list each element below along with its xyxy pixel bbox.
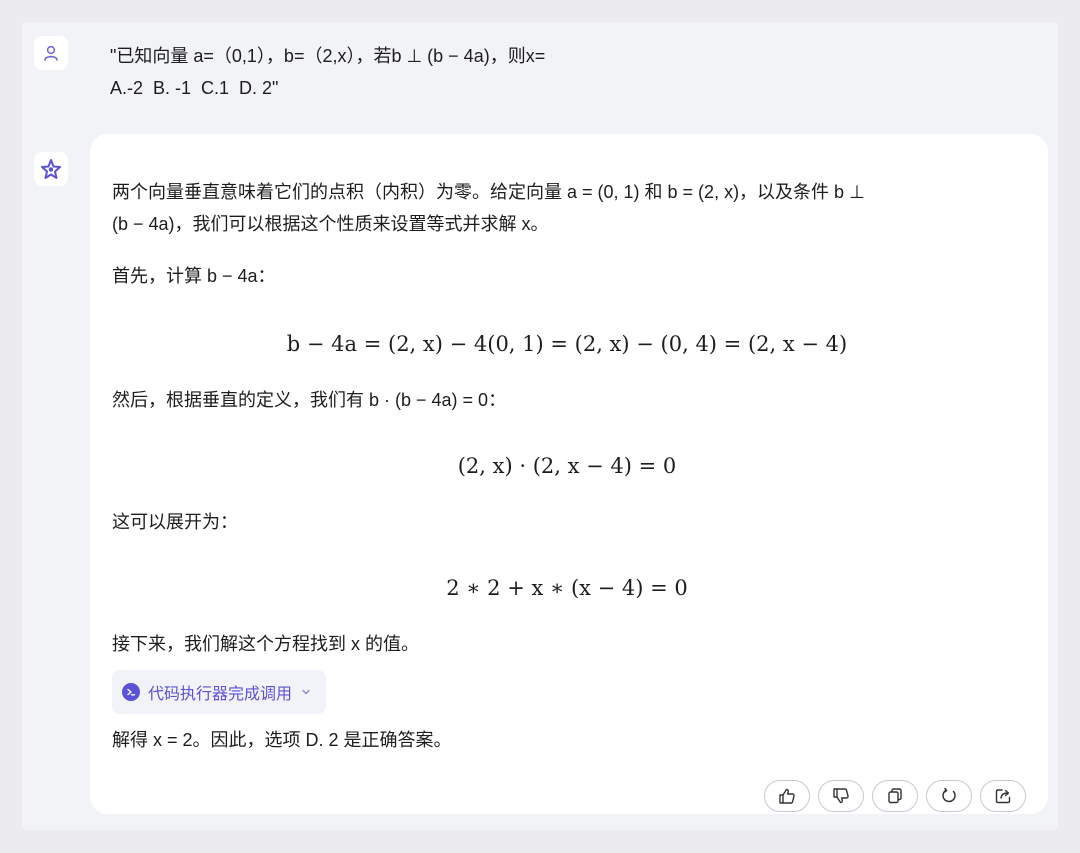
equation-1: b − 4a = (2, x) − 4(0, 1) = (2, x) − (0,…	[286, 332, 848, 356]
paragraph-3: 然后，根据垂直的定义，我们有 b · (b − 4a) = 0：	[112, 390, 507, 410]
regenerate-button[interactable]	[926, 780, 972, 812]
copy-button[interactable]	[872, 780, 918, 812]
dislike-button[interactable]	[818, 780, 864, 812]
paragraph-4: 这可以展开为：	[112, 512, 238, 532]
paragraph-5: 接下来，我们解这个方程找到 x 的值。	[112, 634, 420, 654]
user-avatar	[34, 36, 68, 70]
thumbs-down-icon	[833, 788, 849, 804]
user-message-row: "已知向量 a=（0,1），b=（2,x），若b ⊥ (b − 4a)，则x= …	[22, 22, 1058, 132]
user-message-line-2: A.-2 B. -1 C.1 D. 2"	[110, 78, 279, 98]
assistant-message: 两个向量垂直意味着它们的点积（内积）为零。给定向量 a = (0, 1) 和 b…	[90, 134, 1048, 814]
terminal-icon	[122, 683, 140, 701]
assistant-avatar	[34, 152, 68, 186]
thumbs-up-icon	[779, 788, 795, 804]
share-button[interactable]	[980, 780, 1026, 812]
paragraph-1-line-2: (b − 4a)，我们可以根据这个性质来设置等式并求解 x。	[112, 214, 549, 234]
paragraph-2: 首先，计算 b − 4a：	[112, 266, 276, 286]
paragraph-6: 解得 x = 2。因此，选项 D. 2 是正确答案。	[112, 730, 452, 750]
chevron-down-icon	[302, 689, 310, 695]
assistant-logo-icon	[41, 159, 61, 179]
equation-3: 2 ∗ 2 + x ∗ (x − 4) = 0	[446, 576, 688, 600]
share-icon	[995, 789, 1011, 804]
chat-window: "已知向量 a=（0,1），b=（2,x），若b ⊥ (b − 4a)，则x= …	[22, 22, 1058, 830]
like-button[interactable]	[764, 780, 810, 812]
code-executor-toggle[interactable]: 代码执行器完成调用	[112, 670, 327, 714]
paragraph-1-line-1: 两个向量垂直意味着它们的点积（内积）为零。给定向量 a = (0, 1) 和 b…	[112, 182, 865, 202]
message-actions	[764, 780, 1026, 812]
user-message: "已知向量 a=（0,1），b=（2,x），若b ⊥ (b − 4a)，则x= …	[110, 40, 1010, 104]
regenerate-icon	[942, 787, 956, 803]
user-message-line-1: "已知向量 a=（0,1），b=（2,x），若b ⊥ (b − 4a)，则x=	[110, 46, 546, 66]
copy-icon	[888, 788, 902, 804]
equation-2: (2, x) · (2, x − 4) = 0	[457, 454, 677, 478]
code-executor-label: 代码执行器完成调用	[148, 686, 293, 703]
user-icon	[44, 45, 58, 61]
